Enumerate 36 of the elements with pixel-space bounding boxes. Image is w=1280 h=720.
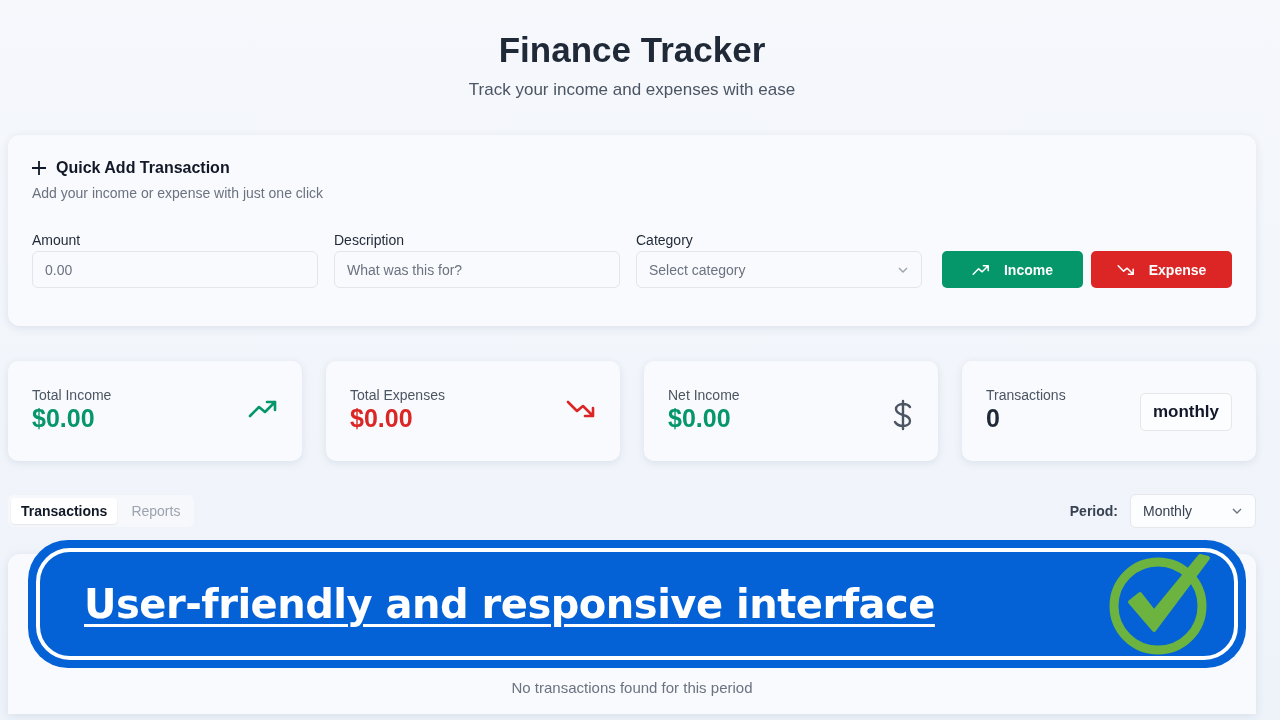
trend-down-icon — [566, 399, 596, 419]
tab[interactable]: Reports — [121, 498, 191, 524]
field-label: Amount — [32, 232, 82, 248]
input-field[interactable]: 0.00 — [32, 251, 318, 288]
card-title: Quick Add Transaction — [56, 159, 230, 177]
trend-up-icon — [248, 399, 278, 419]
stat-label: Total Income — [32, 387, 112, 403]
expense-button[interactable]: Expense — [1091, 251, 1232, 288]
field-label: Description — [334, 232, 406, 248]
trend-down-icon — [1116, 263, 1135, 276]
chevron-down-icon — [897, 265, 909, 274]
stat-value: $0.00 — [668, 403, 731, 433]
period-badge: monthly — [1139, 393, 1232, 431]
empty-message: No transactions found for this period — [511, 679, 753, 696]
stat-value: $0.00 — [32, 403, 95, 433]
select-field[interactable]: Select category — [636, 251, 922, 288]
check-circle-icon — [1108, 552, 1212, 656]
trend-up-icon — [972, 263, 990, 276]
period-select[interactable]: Monthly — [1130, 494, 1256, 528]
page-title: Finance Tracker — [498, 29, 766, 71]
stat-label: Net Income — [668, 387, 740, 403]
plus-icon — [32, 161, 46, 175]
chevron-down-icon — [1231, 507, 1243, 515]
stat-value: 0 — [986, 403, 1000, 433]
input-field[interactable]: What was this for? — [334, 251, 620, 288]
stat-label: Total Expenses — [350, 387, 445, 403]
period-label: Period: — [1069, 503, 1118, 519]
tab[interactable]: Transactions — [11, 498, 118, 524]
dollar-icon — [892, 399, 914, 431]
income-button[interactable]: Income — [942, 251, 1083, 288]
field-label: Category — [636, 232, 694, 248]
banner-text: User-friendly and responsive interface — [84, 581, 935, 627]
stat-value: $0.00 — [350, 403, 413, 433]
stat-label: Transactions — [986, 387, 1066, 403]
page-subtitle: Track your income and expenses with ease — [468, 80, 796, 100]
card-subtitle: Add your income or expense with just one click — [32, 185, 324, 201]
